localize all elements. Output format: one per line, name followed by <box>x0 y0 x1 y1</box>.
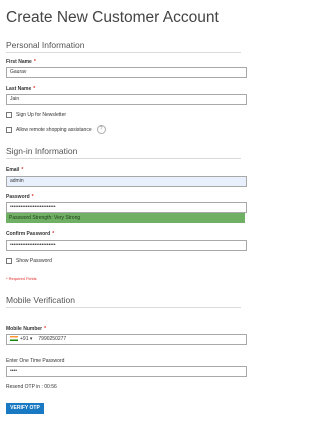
remote-assistance-checkbox[interactable] <box>6 126 12 133</box>
password-label: Password * <box>6 194 34 200</box>
show-password-label: Show Password <box>16 258 52 264</box>
create-account-page: Create New Customer Account Personal Inf… <box>0 0 247 433</box>
first-name-field[interactable]: Gaurav <box>6 67 247 78</box>
otp-field[interactable]: •••• <box>6 366 247 377</box>
newsletter-label: Sign Up for Newsletter <box>16 112 67 118</box>
resend-otp-timer: Resend OTP in : 00:56 <box>6 384 57 390</box>
confirm-password-field[interactable]: •••••••••••••••••••••••••• <box>6 240 247 251</box>
show-password-checkbox[interactable] <box>6 258 12 264</box>
mobile-number-label: Mobile Number * <box>6 326 47 332</box>
otp-label: Enter One Time Password <box>6 358 65 364</box>
personal-info-heading: Personal Information <box>6 40 85 50</box>
email-label: Email * <box>6 167 24 173</box>
last-name-field[interactable]: Jain <box>6 94 247 105</box>
newsletter-checkbox[interactable] <box>6 112 12 118</box>
last-name-label: Last Name * <box>6 86 36 92</box>
remote-assistance-row[interactable]: Allow remote shopping assistance ? <box>6 125 106 134</box>
signin-info-divider <box>6 158 241 159</box>
help-icon[interactable]: ? <box>96 125 106 134</box>
page-title: Create New Customer Account <box>6 9 219 26</box>
mobile-verification-divider <box>6 307 241 308</box>
newsletter-row[interactable]: Sign Up for Newsletter <box>6 112 66 118</box>
india-flag-icon[interactable] <box>10 336 18 342</box>
password-strength-meter: Password Strength: Very Strong <box>6 213 245 223</box>
first-name-label: First Name * <box>6 59 36 65</box>
confirm-password-label: Confirm Password * <box>6 231 55 237</box>
show-password-row[interactable]: Show Password <box>6 258 52 264</box>
remote-assistance-label: Allow remote shopping assistance <box>16 126 92 133</box>
mobile-number-field[interactable]: +91 ▾ 7990250277 <box>6 334 247 345</box>
country-code-select[interactable]: +91 ▾ <box>20 335 32 344</box>
personal-info-divider <box>6 52 241 53</box>
signin-info-heading: Sign-in Information <box>6 146 78 156</box>
email-field[interactable]: admin <box>6 176 247 187</box>
password-field[interactable]: •••••••••••••••••••••••••• <box>6 202 247 213</box>
verify-otp-button[interactable]: VERIFY OTP <box>6 403 44 414</box>
mobile-number-value: 7990250277 <box>38 336 67 342</box>
mobile-verification-heading: Mobile Verification <box>6 295 75 305</box>
required-fields-note: * Required Fields <box>6 276 37 281</box>
